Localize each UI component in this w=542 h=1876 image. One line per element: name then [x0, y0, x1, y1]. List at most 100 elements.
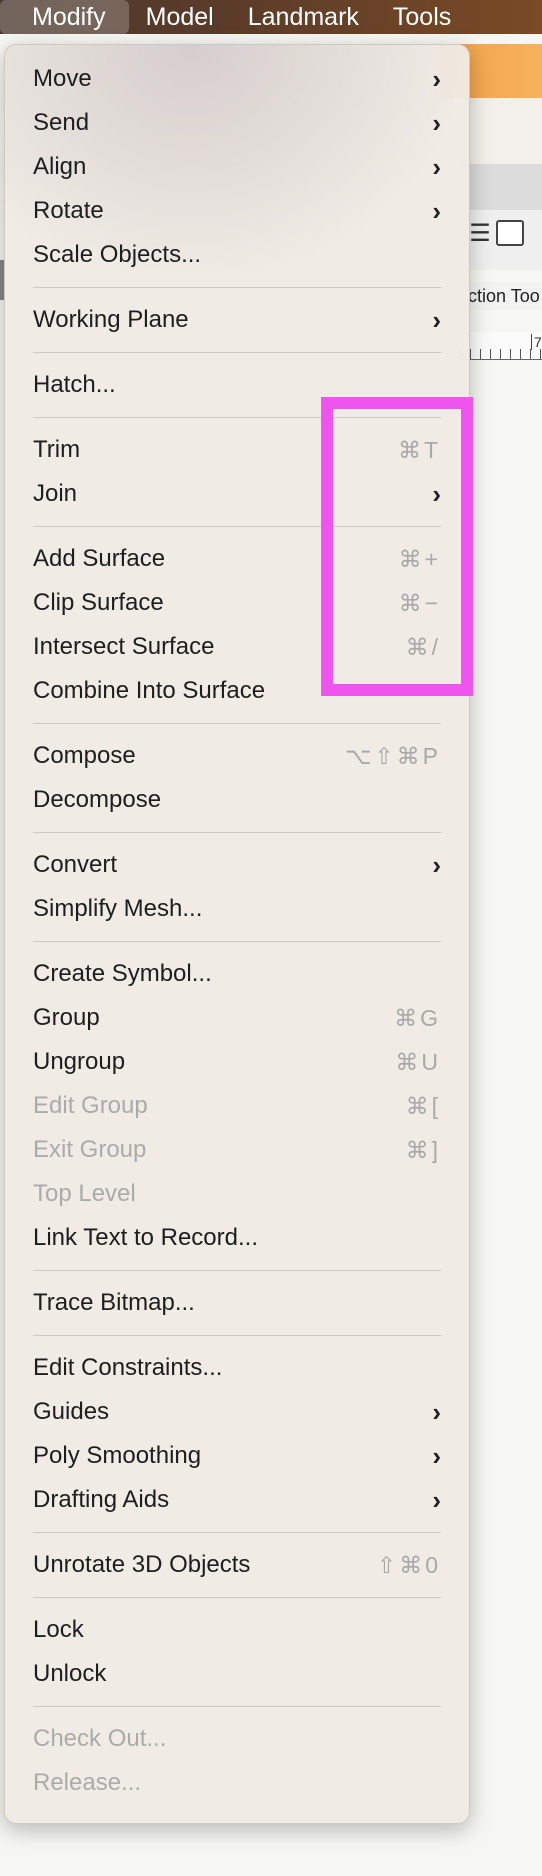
menu-item-trace-bitmap[interactable]: Trace Bitmap... [5, 1281, 469, 1325]
menu-item-label: Clip Surface [33, 589, 164, 616]
menu-item-decompose[interactable]: Decompose [5, 778, 469, 822]
menu-item-send[interactable]: Send › [5, 101, 469, 145]
menu-separator [33, 832, 441, 833]
menu-item-group[interactable]: Group ⌘G [5, 996, 469, 1040]
menu-item-label: Combine Into Surface [33, 677, 266, 704]
menu-separator [33, 1532, 441, 1533]
menu-item-label: Unlock [33, 1660, 107, 1687]
menu-item-convert[interactable]: Convert › [5, 843, 469, 887]
ruler [460, 332, 542, 360]
menu-item-link-text-to-record[interactable]: Link Text to Record... [5, 1216, 469, 1260]
menubar-item-model[interactable]: Model [129, 0, 231, 34]
menu-item-unlock[interactable]: Unlock [5, 1652, 469, 1696]
menu-bar: Modify Model Landmark Tools [0, 0, 542, 34]
menu-separator [33, 287, 441, 288]
menu-separator [33, 352, 441, 353]
menu-item-align[interactable]: Align › [5, 145, 469, 189]
ruler-number: 7 [531, 334, 542, 350]
menu-separator [33, 1597, 441, 1598]
menu-item-label: Add Surface [33, 545, 166, 572]
menu-item-shortcut: ⌘U [395, 1049, 441, 1075]
menu-item-label: Align [33, 153, 87, 180]
menu-item-edit-group: Edit Group ⌘[ [5, 1084, 469, 1128]
menu-item-label: Drafting Aids [33, 1486, 170, 1513]
menu-item-label: Join [33, 480, 78, 507]
menu-item-rotate[interactable]: Rotate › [5, 189, 469, 233]
window-toolbar-area [460, 98, 542, 164]
layers-icon[interactable]: ☰ [466, 220, 494, 248]
menu-item-label: Intersect Surface [33, 633, 215, 660]
chevron-right-icon: › [432, 196, 441, 226]
menu-item-compose[interactable]: Compose ⌥⇧⌘P [5, 734, 469, 778]
chevron-right-icon: › [432, 64, 441, 94]
menu-item-label: Poly Smoothing [33, 1442, 202, 1469]
menu-item-label: Check Out... [33, 1725, 167, 1752]
menu-item-label: Send [33, 109, 90, 136]
menu-item-label: Compose [33, 742, 136, 769]
highlight-box [321, 397, 473, 696]
menu-item-check-out: Check Out... [5, 1717, 469, 1761]
menu-item-shortcut: ⌘[ [405, 1093, 441, 1119]
menu-item-shortcut: ⌘G [394, 1005, 441, 1031]
menu-item-label: Release... [33, 1769, 142, 1796]
menu-item-release: Release... [5, 1761, 469, 1805]
chevron-right-icon: › [432, 850, 441, 880]
chevron-right-icon: › [432, 152, 441, 182]
modify-menu: Move › Send › Align › Rotate › Scale Objects... W… [4, 44, 470, 1824]
chevron-right-icon: › [432, 305, 441, 335]
menu-item-label: Trace Bitmap... [33, 1289, 195, 1316]
menu-item-working-plane[interactable]: Working Plane › [5, 298, 469, 342]
menu-separator [33, 1270, 441, 1271]
chevron-right-icon: › [432, 108, 441, 138]
menu-separator [33, 1706, 441, 1707]
view-icon[interactable] [496, 220, 524, 246]
menu-item-edit-constraints[interactable]: Edit Constraints... [5, 1346, 469, 1390]
menu-item-shortcut: ⌥⇧⌘P [344, 743, 441, 769]
menu-item-label: Decompose [33, 786, 162, 813]
menu-item-exit-group: Exit Group ⌘] [5, 1128, 469, 1172]
menu-item-label: Lock [33, 1616, 84, 1643]
menu-separator [33, 1335, 441, 1336]
menu-separator [33, 723, 441, 724]
menu-item-label: Trim [33, 436, 81, 463]
menu-item-label: Unrotate 3D Objects [33, 1551, 251, 1578]
menu-item-ungroup[interactable]: Ungroup ⌘U [5, 1040, 469, 1084]
menu-separator [33, 941, 441, 942]
menu-item-top-level: Top Level [5, 1172, 469, 1216]
menu-item-label: Working Plane [33, 306, 189, 333]
menu-item-shortcut: ⇧⌘0 [376, 1552, 441, 1578]
menu-item-label: Move [33, 65, 92, 92]
menu-item-label: Hatch... [33, 371, 116, 398]
menu-item-label: Edit Group [33, 1092, 148, 1119]
menubar-item-landmark[interactable]: Landmark [231, 0, 376, 34]
menubar-item-tools[interactable]: Tools [376, 0, 468, 34]
menu-item-simplify-mesh[interactable]: Simplify Mesh... [5, 887, 469, 931]
menu-item-label: Top Level [33, 1180, 136, 1207]
menu-item-drafting-aids[interactable]: Drafting Aids › [5, 1478, 469, 1522]
menu-item-poly-smoothing[interactable]: Poly Smoothing › [5, 1434, 469, 1478]
menu-item-shortcut: ⌘] [405, 1137, 441, 1163]
menu-item-move[interactable]: Move › [5, 57, 469, 101]
menubar-item-modify[interactable]: Modify [0, 0, 129, 34]
menu-item-label: Link Text to Record... [33, 1224, 258, 1251]
menu-item-label: Edit Constraints... [33, 1354, 223, 1381]
menu-item-label: Exit Group [33, 1136, 147, 1163]
menu-item-create-symbol[interactable]: Create Symbol... [5, 952, 469, 996]
menu-item-unrotate-3d-objects[interactable]: Unrotate 3D Objects ⇧⌘0 [5, 1543, 469, 1587]
menu-item-lock[interactable]: Lock [5, 1608, 469, 1652]
chevron-right-icon: › [432, 1485, 441, 1515]
menu-item-label: Group [33, 1004, 100, 1031]
tab-strip [460, 164, 542, 210]
menu-item-label: Simplify Mesh... [33, 895, 203, 922]
selection-tool-label: ction Too [468, 282, 542, 310]
chevron-right-icon: › [432, 1397, 441, 1427]
menu-item-label: Guides [33, 1398, 110, 1425]
menu-item-label: Ungroup [33, 1048, 126, 1075]
menu-item-label: Convert [33, 851, 118, 878]
menu-item-label: Scale Objects... [33, 241, 202, 268]
menu-item-label: Create Symbol... [33, 960, 212, 987]
chevron-right-icon: › [432, 1441, 441, 1471]
menu-item-label: Rotate [33, 197, 104, 224]
menu-item-guides[interactable]: Guides › [5, 1390, 469, 1434]
menu-item-scale-objects[interactable]: Scale Objects... [5, 233, 469, 277]
